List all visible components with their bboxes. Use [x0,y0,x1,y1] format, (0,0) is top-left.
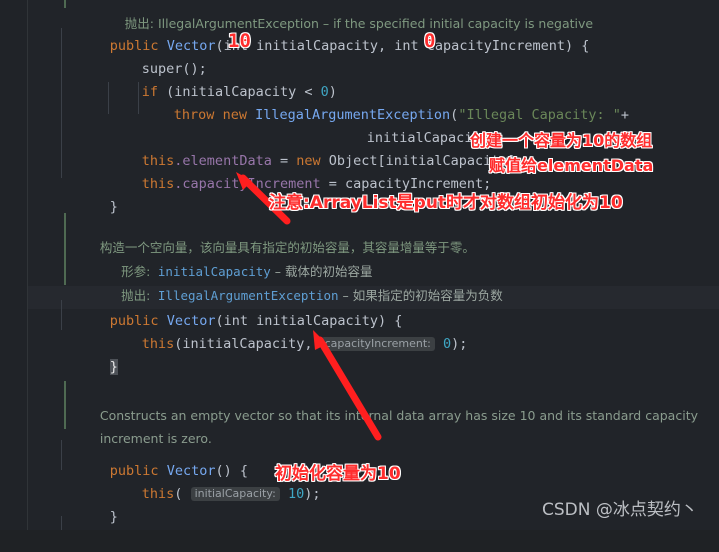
annotation-init-capacity-10: 初始化容量为10 [275,464,401,485]
num-arg-zero: 0 [442,336,452,352]
param-hint-capacityincrement: capacityIncrement: [320,337,435,351]
matched-close-brace: } [109,359,118,375]
annotation-create-array: 创建一个容量为10的数组 [470,131,653,151]
kw-this-2: this [141,176,175,192]
editor-code-area[interactable]: 抛出: IllegalArgumentException – if the sp… [28,0,719,530]
annotation-assign-elementdata: 赋值给elementData [489,156,654,176]
this0-args-open: ( [174,486,191,502]
csdn-watermark: CSDN @冰点契约丶 [542,500,698,520]
editor-gutter [0,0,28,530]
annotation-value-0: 0 [424,30,436,53]
doc-block-bar [64,0,66,8]
close-brace-3: } [109,509,118,525]
param-hint-initialcapacity: initialCapacity: [190,487,280,501]
ctor2-signature: (int initialCapacity, int capacityIncrem… [215,38,590,54]
kw-this-4: this [141,486,175,502]
throw-plus: + [620,107,630,123]
num-arg-ten: 10 [287,486,305,502]
this0-args-close: ); [304,486,321,502]
code-line-this-delegate-1: this(initialCapacity, capacityIncrement:… [93,310,468,379]
kw-throw: throw [173,107,215,123]
kw-this-3: this [141,336,175,352]
annotation-arraylist-note: 注意:ArrayList是put时才对数组初始化为10 [269,193,623,214]
code-editor[interactable]: 抛出: IllegalArgumentException – if the sp… [0,0,719,530]
this-args-open: (initialCapacity, [174,336,321,352]
code-line-close-brace-3: } [61,483,118,552]
kw-new: new [222,107,247,123]
annotation-value-10: 10 [228,30,252,53]
this-args-close: ); [451,336,468,352]
